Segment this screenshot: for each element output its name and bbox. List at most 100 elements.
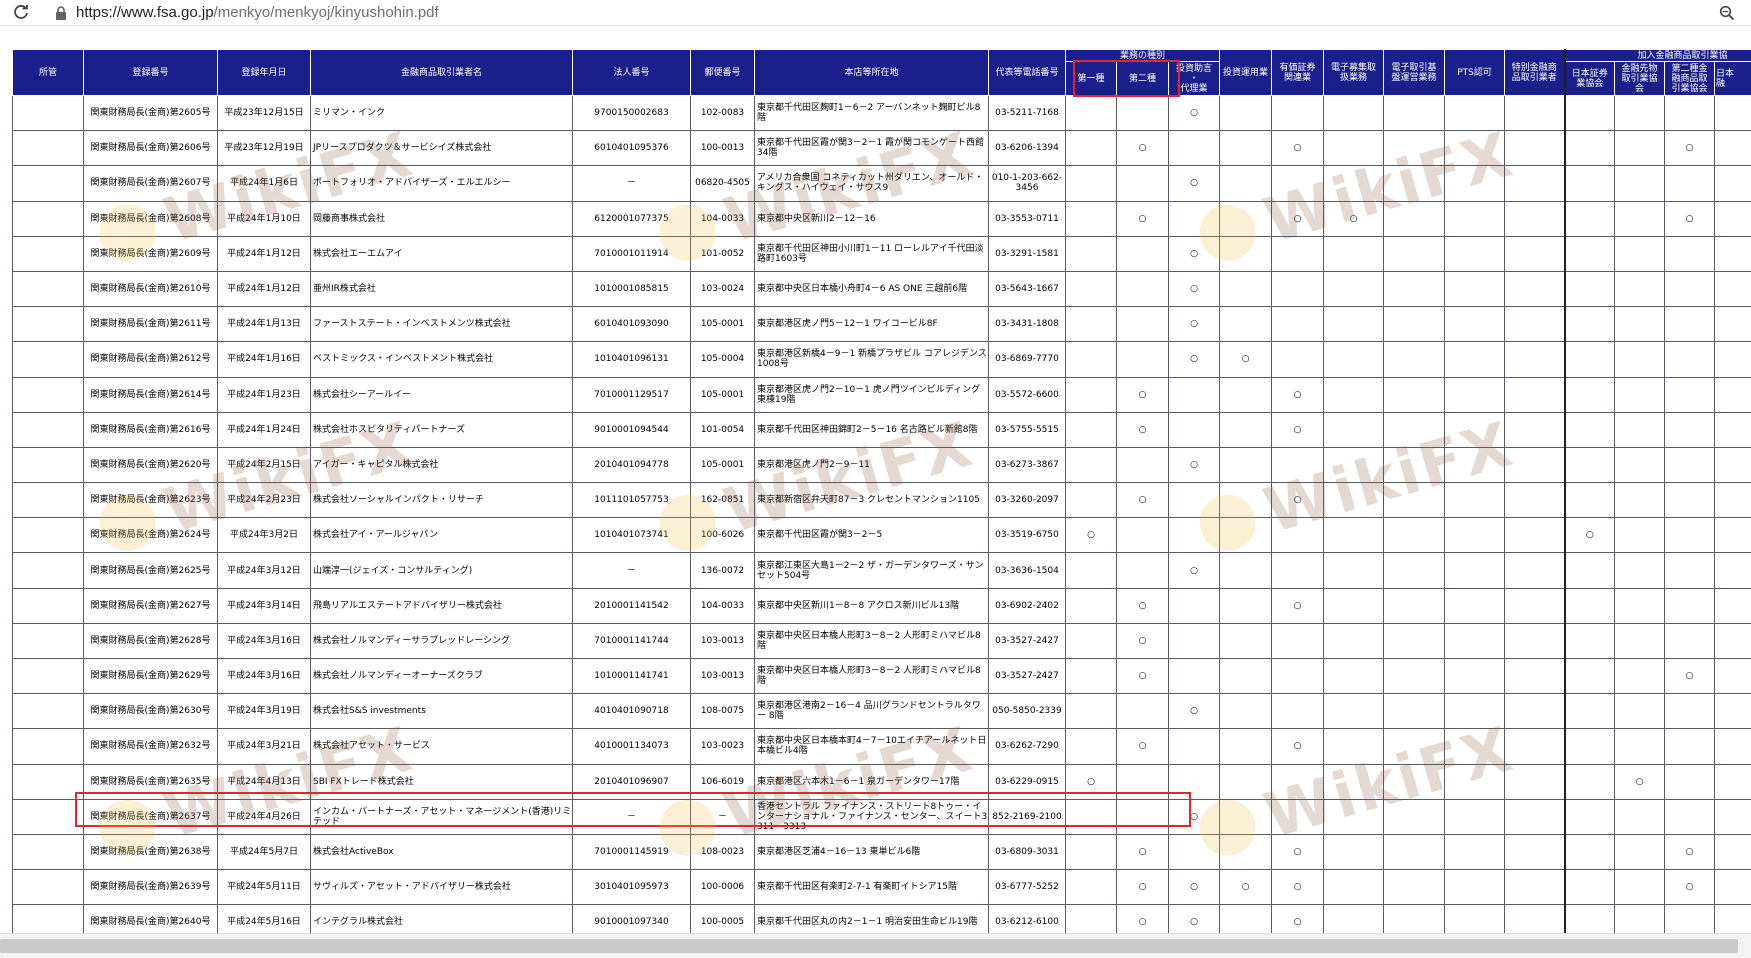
jsda-mark <box>1563 130 1616 167</box>
type1-mark <box>1065 552 1117 589</box>
address-bar[interactable]: https://www.fsa.go.jp/menkyo/menkyoj/kin… <box>76 3 439 23</box>
securities-related-mark: ○ <box>1271 411 1325 448</box>
table-row: 関東財務局長(金商)第2616号 平成24年1月24日 株式会社ホスピタリティパート… <box>12 411 1751 448</box>
company-name: ベストミックス・インベストメント株式会社 <box>310 341 573 378</box>
ffaj-mark <box>1614 482 1666 519</box>
advisory-mark: ○ <box>1167 341 1221 378</box>
registration-date: 平成24年1月23日 <box>217 376 311 413</box>
ecom-trading-mark <box>1383 622 1446 660</box>
scrollbar-thumb[interactable] <box>0 939 1738 953</box>
last-col-mark <box>1714 552 1751 589</box>
ffaj-mark <box>1614 306 1666 343</box>
securities-related-mark <box>1271 306 1325 343</box>
registration-date: 平成24年3月19日 <box>217 693 311 730</box>
zoom-icon[interactable] <box>1716 2 1738 24</box>
type1-mark <box>1065 587 1117 624</box>
securities-related-mark <box>1271 94 1325 132</box>
postal-code: 103-0013 <box>690 622 755 660</box>
jsda-mark <box>1563 200 1616 237</box>
registration-date: 平成24年2月15日 <box>217 446 311 484</box>
type1-mark <box>1065 306 1117 343</box>
corporate-number: 9010001097340 <box>572 904 691 933</box>
ecom-trading-mark <box>1383 446 1446 484</box>
ecom-trading-mark <box>1383 411 1446 448</box>
special-mark <box>1504 798 1566 835</box>
last-col-mark <box>1714 693 1751 730</box>
postal-code: 104-0033 <box>690 200 755 237</box>
pts-mark <box>1444 341 1506 378</box>
ecom-offering-mark <box>1323 728 1385 765</box>
phone-number: 852-2169-2100 <box>988 798 1066 835</box>
corporate-number: 7010001141744 <box>572 622 691 660</box>
type1-mark <box>1065 235 1117 272</box>
advisory-mark: ○ <box>1167 235 1221 272</box>
ecom-trading-mark <box>1383 165 1446 202</box>
reload-icon[interactable] <box>10 2 32 24</box>
type2-mark: ○ <box>1116 833 1169 871</box>
corporate-number: 6010401095376 <box>572 130 691 167</box>
shokan-cell <box>12 270 84 308</box>
pts-mark <box>1444 306 1506 343</box>
header-shokan: 所管 <box>12 49 84 96</box>
special-mark <box>1504 200 1566 237</box>
special-mark <box>1504 552 1566 589</box>
ecom-offering-mark <box>1323 552 1385 589</box>
registration-number: 関東財務局長(金商)第2624号 <box>83 517 218 554</box>
registration-number: 関東財務局長(金商)第2605号 <box>83 94 218 132</box>
type2-mark <box>1116 798 1169 835</box>
type2-mark: ○ <box>1116 657 1169 695</box>
registration-date: 平成24年5月11日 <box>217 869 311 906</box>
pdf-viewport[interactable]: 所管 登録番号 登録年月日 金融商品取引業者名 法人番号 郵便番号 本店等所在地… <box>0 27 1751 933</box>
type2-mark: ○ <box>1116 904 1169 933</box>
corporate-number: － <box>572 552 691 589</box>
registration-date: 平成24年1月10日 <box>217 200 311 237</box>
ffaj-mark <box>1614 376 1666 413</box>
last-col-mark <box>1714 833 1751 871</box>
investment-mgmt-mark <box>1219 130 1273 167</box>
ecom-trading-mark <box>1383 728 1446 765</box>
special-mark <box>1504 622 1566 660</box>
corporate-number: 1010401073741 <box>572 517 691 554</box>
shokan-cell <box>12 517 84 554</box>
jsda-mark <box>1563 798 1616 835</box>
header-phone: 代表等電話番号 <box>988 49 1066 96</box>
jsda-mark <box>1563 657 1616 695</box>
advisory-mark <box>1167 200 1221 237</box>
ecom-trading-mark <box>1383 517 1446 554</box>
registration-date: 平成23年12月19日 <box>217 130 311 167</box>
type1-mark <box>1065 693 1117 730</box>
table-row: 関東財務局長(金商)第2635号 平成24年4月13日 SBI FXトレード株式会社… <box>12 763 1751 800</box>
address: 東京都港区虎ノ門2－10－1 虎ノ門ツインビルディング東棟19階 <box>754 376 989 413</box>
type2-assoc-mark: ○ <box>1664 833 1716 871</box>
advisory-mark: ○ <box>1167 904 1221 933</box>
lock-icon[interactable] <box>54 5 68 21</box>
ecom-offering-mark <box>1323 763 1385 800</box>
corporate-number: － <box>572 165 691 202</box>
ffaj-mark <box>1614 411 1666 448</box>
pts-mark <box>1444 869 1506 906</box>
type1-mark <box>1065 165 1117 202</box>
advisory-mark: ○ <box>1167 693 1221 730</box>
address: 東京都中央区日本橋人形町3－8－2 人形町ミハマビル8階 <box>754 622 989 660</box>
advisory-mark: ○ <box>1167 798 1221 835</box>
ecom-trading-mark <box>1383 552 1446 589</box>
ecom-trading-mark <box>1383 693 1446 730</box>
registration-number: 関東財務局長(金商)第2625号 <box>83 552 218 589</box>
table-row: 関東財務局長(金商)第2632号 平成24年3月21日 株式会社アセット・サービス 4… <box>12 728 1751 765</box>
last-col-mark <box>1714 869 1751 906</box>
header-type2-assoc: 第二種金 融商品取 引業協会 <box>1664 61 1716 96</box>
postal-code: 103-0024 <box>690 270 755 308</box>
corporate-number: 9010001094544 <box>572 411 691 448</box>
ecom-offering-mark <box>1323 411 1385 448</box>
type2-mark <box>1116 94 1169 132</box>
registration-date: 平成24年5月16日 <box>217 904 311 933</box>
phone-number: 03-3260-2097 <box>988 482 1066 519</box>
company-name: ミリマン・インク <box>310 94 573 132</box>
ffaj-mark: ○ <box>1614 763 1666 800</box>
header-special: 特別金融商 品取引業者 <box>1504 49 1566 96</box>
phone-number: 03-6212-6100 <box>988 904 1066 933</box>
registration-number: 関東財務局長(金商)第2627号 <box>83 587 218 624</box>
header-ffaj: 金融先物 取引業協 会 <box>1614 61 1666 96</box>
registration-date: 平成24年1月24日 <box>217 411 311 448</box>
horizontal-scrollbar[interactable] <box>0 933 1751 958</box>
